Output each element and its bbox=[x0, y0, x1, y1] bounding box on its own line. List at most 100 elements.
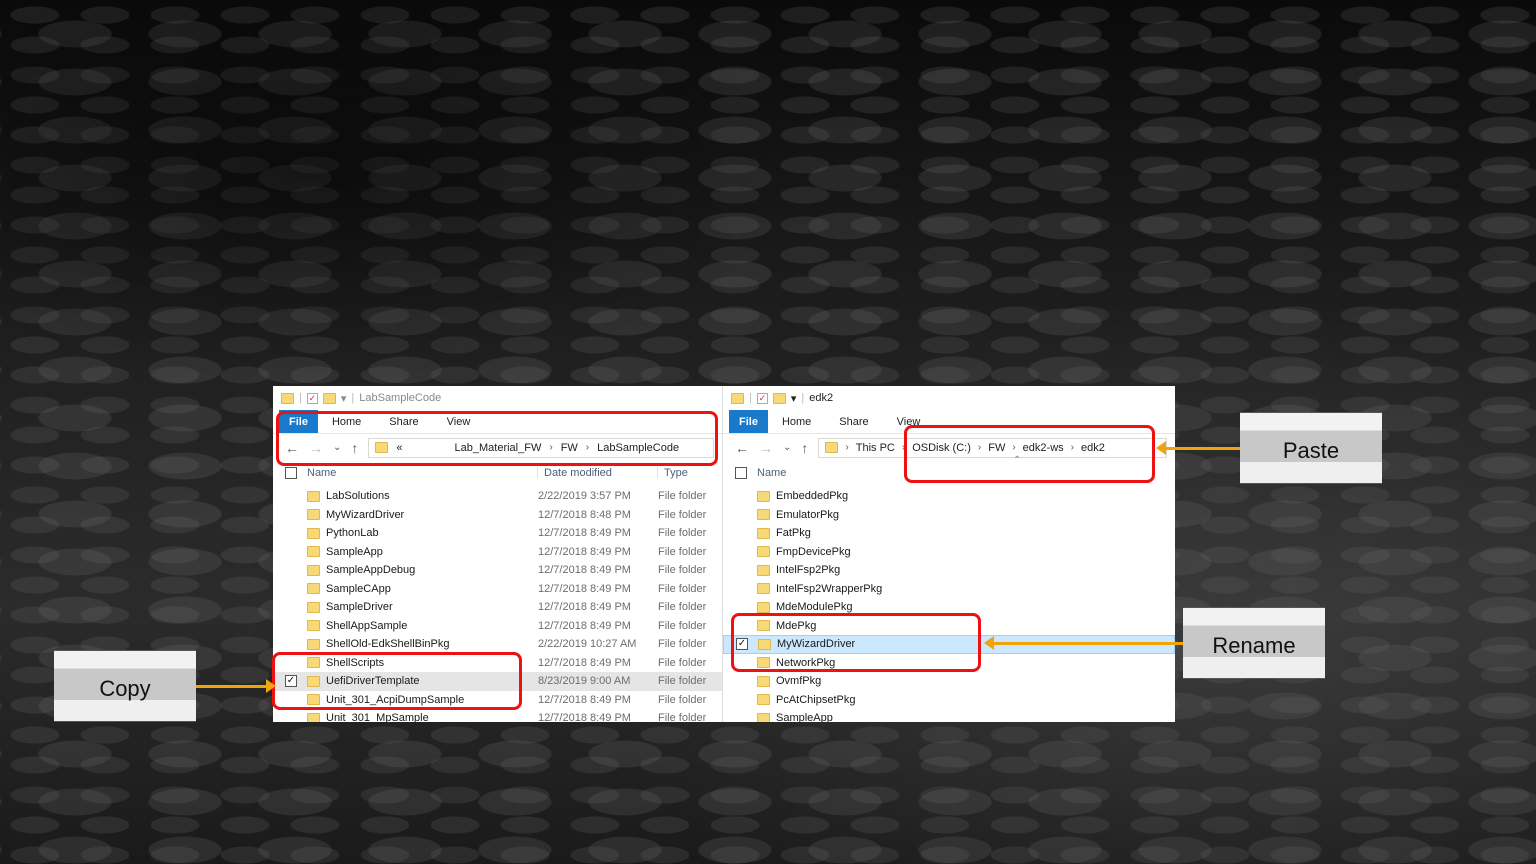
select-all-checkbox[interactable] bbox=[735, 467, 747, 479]
recent-locations-icon[interactable]: ⌄ bbox=[783, 442, 791, 453]
tab-home[interactable]: Home bbox=[768, 410, 825, 433]
list-item[interactable]: FatPkg bbox=[723, 524, 1175, 543]
list-item[interactable]: ShellAppSample 12/7/2018 8:49 PM File fold… bbox=[273, 617, 722, 636]
folder-icon bbox=[825, 442, 839, 453]
folder-icon bbox=[307, 638, 320, 650]
list-item[interactable]: SampleDriver 12/7/2018 8:49 PM File folder bbox=[273, 598, 722, 617]
new-folder-icon[interactable] bbox=[772, 392, 786, 404]
tab-share[interactable]: Share bbox=[825, 410, 882, 433]
callout-paste-label: Paste bbox=[1282, 438, 1340, 463]
file-type: File folder bbox=[658, 545, 707, 558]
date-modified: 12/7/2018 8:49 PM bbox=[538, 601, 631, 614]
back-arrow-icon[interactable]: ← bbox=[735, 440, 749, 456]
paste-arrow bbox=[1156, 441, 1240, 455]
file-name: ShellAppSample bbox=[326, 619, 408, 632]
folder-icon bbox=[307, 583, 320, 595]
folder-icon bbox=[757, 564, 770, 576]
date-modified: 12/7/2018 8:49 PM bbox=[538, 693, 631, 706]
folder-icon bbox=[731, 392, 744, 404]
date-modified: 8/23/2019 9:00 AM bbox=[538, 675, 631, 688]
folder-icon bbox=[281, 392, 294, 404]
column-type[interactable]: Type bbox=[657, 467, 688, 479]
customize-toolbar-icon[interactable]: ▾ bbox=[341, 392, 347, 405]
folder-icon bbox=[307, 601, 320, 613]
list-item[interactable]: ShellOld-EdkShellBinPkg 2/22/2019 10:27 A… bbox=[273, 635, 722, 654]
file-type: File folder bbox=[658, 675, 707, 688]
callout-rename-label: Rename bbox=[1212, 633, 1296, 658]
list-item[interactable]: PcAtChipsetPkg bbox=[723, 691, 1175, 710]
date-modified: 12/7/2018 8:49 PM bbox=[538, 582, 631, 595]
date-modified: 12/7/2018 8:49 PM bbox=[538, 564, 631, 577]
folder-icon bbox=[757, 712, 770, 722]
folder-icon bbox=[307, 527, 320, 539]
date-modified: 12/7/2018 8:48 PM bbox=[538, 508, 631, 521]
file-name: ShellOld-EdkShellBinPkg bbox=[326, 638, 450, 651]
list-item[interactable]: SampleApp 12/7/2018 8:49 PM File folder bbox=[273, 543, 722, 562]
properties-icon[interactable]: ✓ bbox=[306, 392, 318, 404]
file-type: File folder bbox=[658, 490, 707, 503]
folder-icon bbox=[757, 527, 770, 539]
list-item[interactable]: SampleCApp 12/7/2018 8:49 PM File folder bbox=[273, 580, 722, 599]
highlight-rename-target bbox=[731, 613, 981, 672]
new-folder-icon[interactable] bbox=[322, 392, 336, 404]
file-name: IntelFsp2WrapperPkg bbox=[776, 582, 883, 595]
list-item[interactable]: SampleAppDebug 12/7/2018 8:49 PM File fold… bbox=[273, 561, 722, 580]
list-item[interactable]: IntelFsp2WrapperPkg bbox=[723, 580, 1175, 599]
chevron-right-icon: › bbox=[845, 442, 849, 453]
copy-arrow bbox=[196, 679, 276, 693]
file-name: SampleCApp bbox=[326, 582, 391, 595]
folder-icon bbox=[757, 601, 770, 613]
file-name: PcAtChipsetPkg bbox=[776, 693, 856, 706]
file-type: File folder bbox=[658, 656, 707, 669]
breadcrumb-item[interactable]: This PC bbox=[856, 442, 895, 454]
folder-icon bbox=[757, 546, 770, 558]
tab-file[interactable]: File bbox=[729, 410, 768, 433]
file-name: MdeModulePkg bbox=[776, 601, 853, 614]
list-item[interactable]: OvmfPkg bbox=[723, 672, 1175, 691]
file-type: File folder bbox=[658, 693, 707, 706]
list-item[interactable]: PythonLab 12/7/2018 8:49 PM File folder bbox=[273, 524, 722, 543]
file-name: OvmfPkg bbox=[776, 675, 822, 688]
folder-icon bbox=[757, 490, 770, 502]
list-item[interactable]: EmbeddedPkg bbox=[723, 487, 1175, 506]
folder-icon bbox=[307, 490, 320, 502]
file-type: File folder bbox=[658, 601, 707, 614]
column-date-modified[interactable]: Date modified bbox=[537, 467, 657, 479]
folder-icon bbox=[757, 583, 770, 595]
file-type: File folder bbox=[658, 527, 707, 540]
callout-copy: Copy bbox=[54, 650, 196, 722]
list-item[interactable]: IntelFsp2Pkg bbox=[723, 561, 1175, 580]
folder-icon bbox=[307, 712, 320, 722]
list-item[interactable]: LabSolutions 2/22/2019 3:57 PM File folder bbox=[273, 487, 722, 506]
highlight-left-address bbox=[276, 411, 718, 466]
highlight-copy-source bbox=[272, 652, 522, 710]
list-item[interactable]: MyWizardDriver 12/7/2018 8:48 PM File fold… bbox=[273, 506, 722, 525]
file-type: File folder bbox=[658, 638, 707, 651]
up-arrow-icon[interactable]: ↑ bbox=[801, 440, 808, 456]
forward-arrow-icon[interactable]: → bbox=[759, 440, 773, 456]
list-item[interactable]: FmpDevicePkg bbox=[723, 543, 1175, 562]
date-modified: 2/22/2019 10:27 AM bbox=[538, 638, 637, 651]
file-name: MyWizardDriver bbox=[326, 508, 405, 521]
folder-icon bbox=[307, 546, 320, 558]
customize-toolbar-icon[interactable]: ▾ bbox=[791, 392, 797, 405]
window-title: LabSampleCode bbox=[359, 392, 442, 404]
file-name: FmpDevicePkg bbox=[776, 545, 851, 558]
column-name[interactable]: Name bbox=[307, 467, 537, 479]
file-list: EmbeddedPkg EmulatorPkg FatPkg FmpDevicePkg… bbox=[723, 487, 1175, 722]
folder-icon bbox=[307, 564, 320, 576]
folder-icon bbox=[757, 675, 770, 687]
list-item[interactable]: SampleApp bbox=[723, 709, 1175, 722]
title-bar: | ✓ ▾ | LabSampleCode bbox=[273, 386, 722, 410]
select-all-checkbox[interactable] bbox=[285, 467, 297, 479]
file-name: SampleDriver bbox=[326, 601, 393, 614]
properties-icon[interactable]: ✓ bbox=[756, 392, 768, 404]
date-modified: 12/7/2018 8:49 PM bbox=[538, 619, 631, 632]
list-item[interactable]: EmulatorPkg bbox=[723, 506, 1175, 525]
date-modified: 12/7/2018 8:49 PM bbox=[538, 656, 631, 669]
file-type: File folder bbox=[658, 508, 707, 521]
date-modified: 2/22/2019 3:57 PM bbox=[538, 490, 631, 503]
list-item[interactable]: Unit_301_MpSample 12/7/2018 8:49 PM File f… bbox=[273, 709, 722, 722]
callout-rename: Rename bbox=[1183, 607, 1325, 679]
file-type: File folder bbox=[658, 582, 707, 595]
